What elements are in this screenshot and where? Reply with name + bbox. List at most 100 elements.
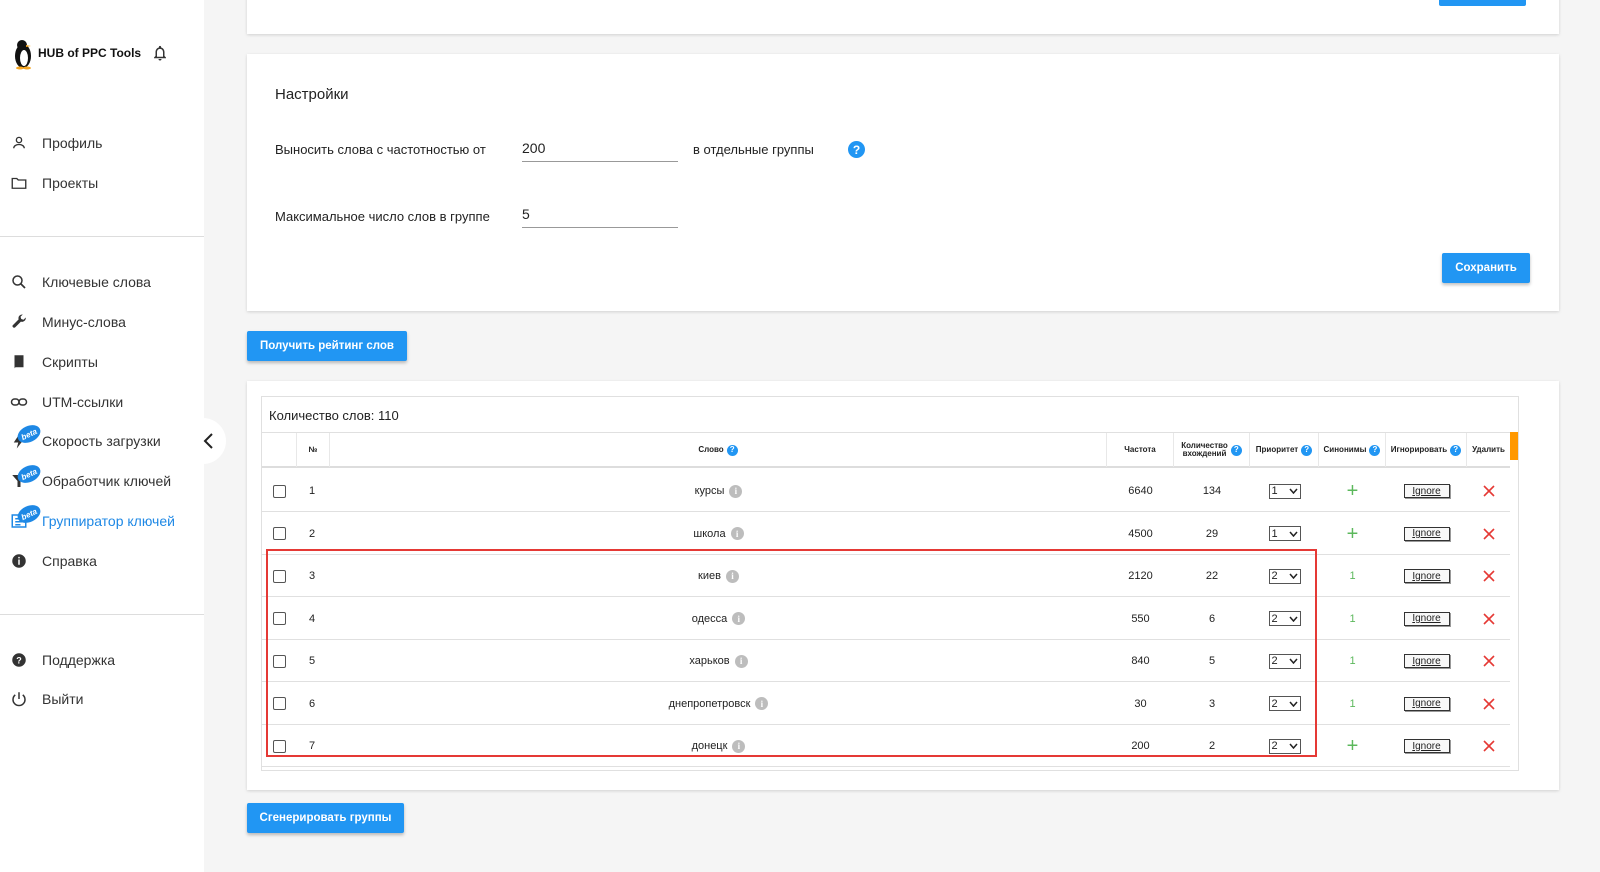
brand[interactable]: HUB of PPC Tools — [10, 36, 169, 70]
row-checkbox[interactable] — [273, 569, 286, 583]
priority-select[interactable]: 2 — [1268, 696, 1301, 711]
row-synonyms-cell: 1 — [1319, 640, 1386, 682]
help-icon[interactable]: ? — [1230, 444, 1242, 456]
brand-name: HUB of PPC Tools — [38, 46, 142, 60]
sidebar-item-minus-words[interactable]: Минус-слова — [0, 304, 204, 340]
sidebar-item-label: Скрипты — [42, 354, 98, 370]
ignore-button[interactable]: Ignore — [1403, 611, 1450, 626]
row-checkbox[interactable] — [273, 697, 286, 710]
row-delete-cell — [1467, 555, 1510, 597]
sidebar-item-key-processor[interactable]: beta Обработчик ключей — [0, 461, 204, 499]
sidebar-item-support[interactable]: ? Поддержка — [0, 642, 204, 678]
row-freq: 2120 — [1128, 570, 1153, 582]
help-circle-icon: ? — [12, 653, 26, 667]
priority-select[interactable]: 1 — [1268, 526, 1301, 541]
row-checkbox[interactable] — [273, 484, 286, 498]
info-icon[interactable]: i — [732, 739, 746, 753]
priority-value: 2 — [1271, 697, 1278, 710]
previous-card-button[interactable] — [1439, 0, 1526, 6]
table-row: 2 школа i 4500 29 1 + Ignore — [262, 513, 1510, 555]
sidebar-collapse-button[interactable] — [192, 418, 226, 464]
priority-select[interactable]: 2 — [1268, 738, 1301, 754]
delete-icon[interactable] — [1482, 655, 1495, 667]
header-synonyms-label: Синонимы — [1323, 445, 1367, 454]
max-words-input[interactable] — [522, 205, 678, 228]
delete-icon[interactable] — [1482, 612, 1495, 625]
sidebar-item-logout[interactable]: Выйти — [0, 681, 204, 717]
ignore-button[interactable]: Ignore — [1403, 526, 1450, 541]
delete-icon[interactable] — [1482, 740, 1495, 752]
help-icon[interactable]: ? — [1450, 444, 1462, 456]
sidebar-item-label: Ключевые слова — [42, 274, 151, 290]
row-checkbox[interactable] — [273, 612, 286, 625]
help-icon[interactable]: ? — [1369, 444, 1381, 456]
generate-groups-button[interactable]: Сгенерировать группы — [247, 803, 404, 833]
help-icon[interactable]: ? — [1301, 444, 1313, 456]
info-icon[interactable]: i — [734, 654, 748, 668]
priority-value: 2 — [1271, 570, 1278, 582]
synonym-count[interactable]: 1 — [1349, 570, 1355, 582]
priority-select[interactable]: 1 — [1268, 483, 1301, 499]
freq-input[interactable] — [522, 139, 678, 162]
synonym-count[interactable]: 1 — [1349, 698, 1355, 710]
header-synonyms: Синонимы? — [1319, 433, 1386, 467]
sidebar-item-key-grouper[interactable]: beta Группиратор ключей — [0, 501, 204, 539]
sidebar-item-help[interactable]: Справка — [0, 543, 204, 579]
header-priority: Приоритет? — [1250, 433, 1319, 467]
ignore-button[interactable]: Ignore — [1403, 569, 1450, 583]
help-icon[interactable]: ? — [848, 141, 865, 158]
header-ignore-label: Игнорировать — [1390, 445, 1448, 454]
chevron-down-icon — [1288, 658, 1298, 664]
help-icon[interactable]: ? — [726, 444, 738, 456]
delete-icon[interactable] — [1482, 570, 1495, 582]
save-button[interactable]: Сохранить — [1442, 253, 1530, 283]
row-select-cell — [262, 683, 297, 725]
priority-select[interactable]: 2 — [1268, 653, 1301, 669]
priority-select[interactable]: 2 — [1268, 611, 1301, 626]
sidebar-item-scripts[interactable]: Скрипты — [0, 344, 204, 380]
header-delete: Удалить — [1472, 445, 1505, 454]
info-icon[interactable]: i — [732, 612, 746, 625]
delete-icon[interactable] — [1482, 527, 1495, 540]
row-ignore-cell: Ignore — [1386, 513, 1467, 555]
row-num: 7 — [309, 740, 316, 752]
row-synonyms-cell: 1 — [1319, 683, 1386, 725]
row-checkbox[interactable] — [273, 739, 286, 753]
row-checkbox[interactable] — [273, 654, 286, 668]
delete-icon[interactable] — [1482, 485, 1495, 497]
row-priority-cell: 2 — [1250, 640, 1319, 682]
add-synonym-button[interactable]: + — [1347, 481, 1359, 501]
sidebar-item-load-speed[interactable]: beta Скорость загрузки — [0, 421, 204, 459]
sidebar-item-utm-links[interactable]: UTM-ссылки — [0, 384, 204, 420]
ignore-button[interactable]: Ignore — [1403, 654, 1450, 668]
info-icon[interactable]: i — [729, 484, 743, 498]
scroll-indicator[interactable] — [1510, 432, 1518, 460]
info-icon[interactable]: i — [755, 697, 769, 710]
row-synonyms-cell: + — [1319, 470, 1386, 512]
add-synonym-button[interactable]: + — [1347, 524, 1359, 544]
synonym-count[interactable]: 1 — [1349, 613, 1355, 625]
freq-suffix-label: в отдельные группы — [693, 142, 814, 157]
header-occurrences: Количество вхождений ? — [1174, 433, 1250, 467]
ignore-button[interactable]: Ignore — [1403, 484, 1450, 498]
wrench-icon — [12, 314, 26, 328]
get-rating-button[interactable]: Получить рейтинг слов — [247, 331, 407, 361]
add-synonym-button[interactable]: + — [1347, 736, 1359, 756]
ignore-button[interactable]: Ignore — [1403, 696, 1450, 711]
sidebar-item-projects[interactable]: Проекты — [0, 165, 204, 201]
ignore-button[interactable]: Ignore — [1403, 739, 1450, 753]
sidebar-item-label: UTM-ссылки — [42, 394, 124, 410]
info-icon[interactable]: i — [725, 569, 739, 583]
table-row: 7 донецк i 200 2 2 + Ignore — [262, 725, 1510, 767]
person-icon — [13, 136, 25, 149]
priority-select[interactable]: 2 — [1268, 568, 1301, 584]
row-word: одесса — [691, 612, 728, 625]
info-icon[interactable]: i — [730, 527, 744, 540]
sidebar-item-keywords[interactable]: Ключевые слова — [0, 264, 204, 300]
sidebar-divider — [0, 614, 204, 615]
bell-icon[interactable] — [151, 44, 169, 62]
delete-icon[interactable] — [1482, 697, 1495, 710]
synonym-count[interactable]: 1 — [1349, 655, 1355, 667]
sidebar-item-profile[interactable]: Профиль — [0, 125, 204, 161]
row-checkbox[interactable] — [273, 527, 286, 540]
